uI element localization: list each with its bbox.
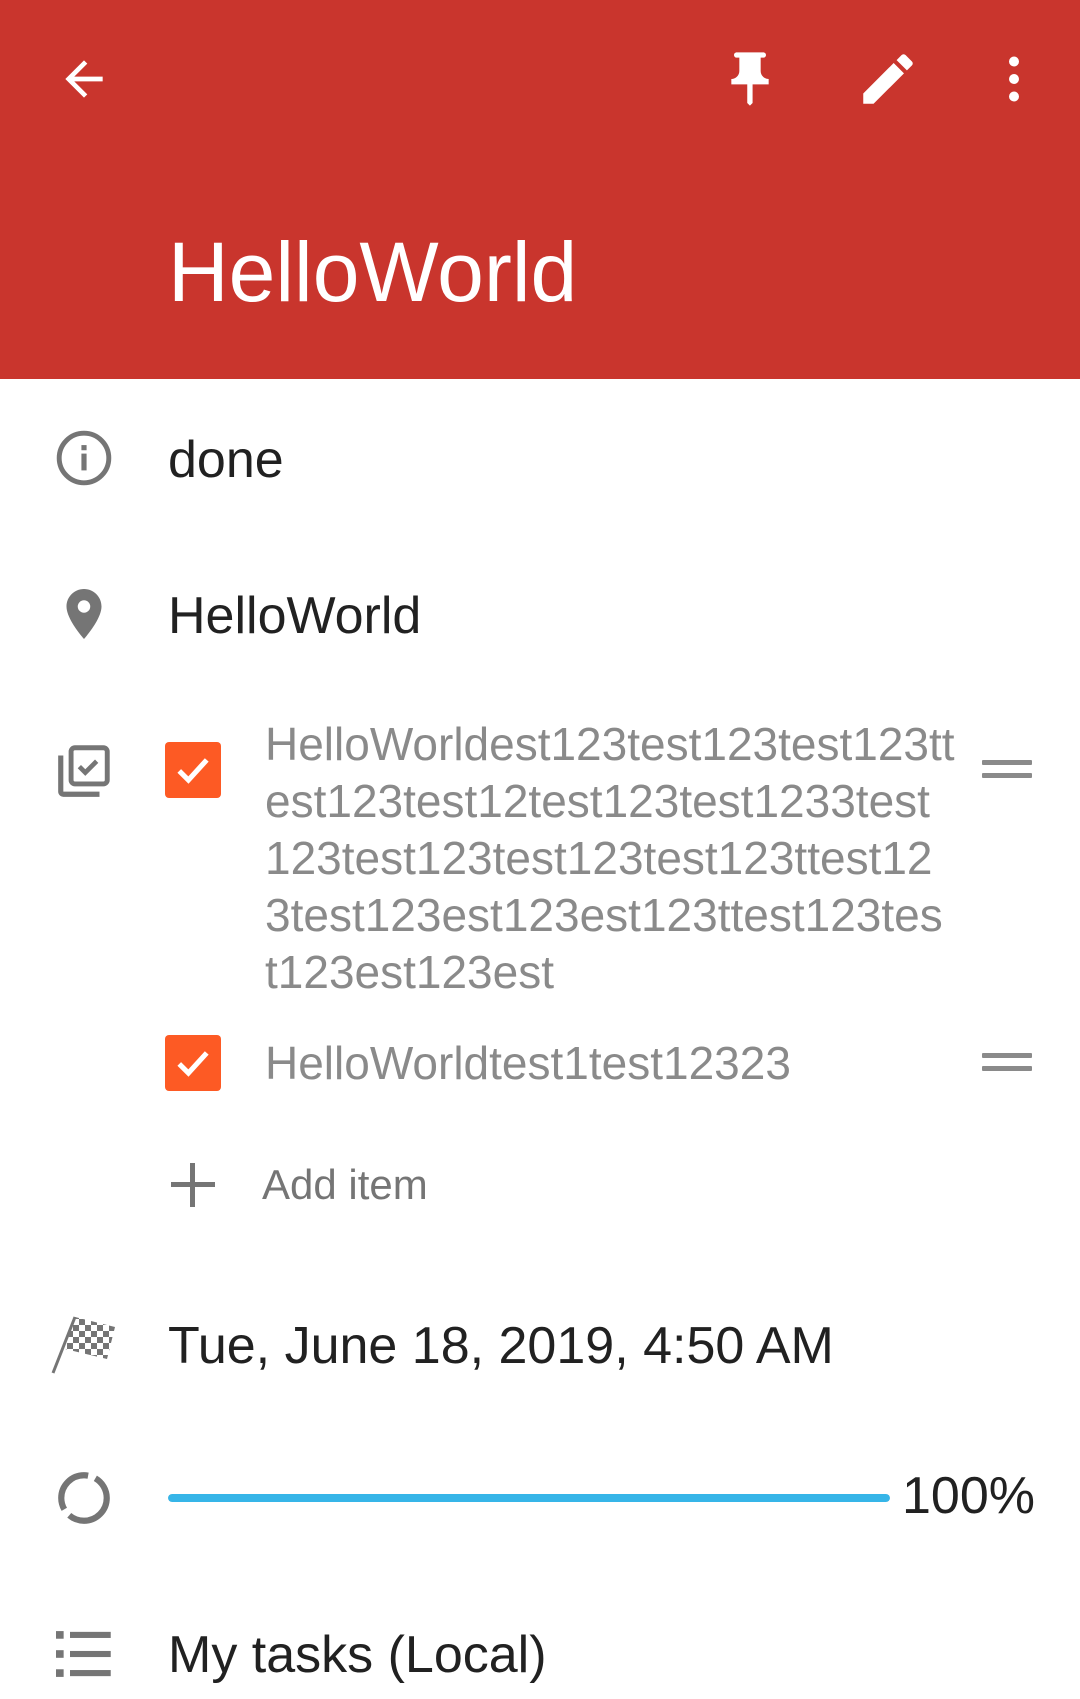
status-text: done bbox=[168, 431, 284, 489]
more-vert-icon bbox=[1009, 56, 1019, 102]
drag-handle-icon[interactable] bbox=[980, 755, 1036, 785]
back-arrow-icon bbox=[65, 60, 103, 98]
list-row-icon bbox=[50, 1620, 118, 1688]
progress-circle-icon bbox=[58, 1472, 110, 1524]
checklist-icon bbox=[58, 745, 110, 797]
task-list-text[interactable]: My tasks (Local) bbox=[168, 1625, 547, 1685]
drag-handle-icon[interactable] bbox=[980, 1048, 1036, 1078]
add-item-label: Add item bbox=[262, 1161, 428, 1208]
app-bar: HelloWorld bbox=[0, 0, 1080, 379]
add-item-button[interactable]: Add item bbox=[165, 1150, 428, 1220]
check-icon bbox=[177, 1051, 209, 1077]
checklist-item-text[interactable]: HelloWorldtest1test12323 bbox=[265, 1035, 955, 1092]
checklist-item-checkbox[interactable] bbox=[165, 1035, 221, 1091]
list-icon bbox=[56, 1631, 111, 1677]
info-icon bbox=[56, 430, 112, 486]
edit-button[interactable] bbox=[840, 31, 936, 127]
progress-fill bbox=[168, 1494, 890, 1502]
pin-button[interactable] bbox=[702, 31, 798, 127]
progress-percent: 100% bbox=[902, 1467, 1035, 1525]
more-options-button[interactable] bbox=[966, 31, 1062, 127]
due-row-icon bbox=[48, 1310, 120, 1378]
checklist-item-text[interactable]: HelloWorldest123test123test123ttest123te… bbox=[265, 716, 955, 1001]
location-row-icon bbox=[50, 580, 118, 648]
page-title: HelloWorld bbox=[168, 225, 578, 319]
location-text[interactable]: HelloWorld bbox=[168, 586, 421, 646]
progress-row-icon bbox=[50, 1464, 118, 1532]
location-pin-icon bbox=[66, 589, 102, 639]
check-icon bbox=[177, 758, 209, 784]
back-button[interactable] bbox=[36, 31, 132, 127]
due-date-text[interactable]: Tue, June 18, 2019, 4:50 AM bbox=[168, 1316, 834, 1376]
plus-icon bbox=[165, 1157, 221, 1213]
pin-icon bbox=[731, 52, 769, 106]
checkered-flag-icon bbox=[51, 1316, 115, 1374]
checklist-row-icon bbox=[50, 737, 118, 805]
edit-pencil-icon bbox=[863, 54, 913, 104]
checklist-item-checkbox[interactable] bbox=[165, 742, 221, 798]
status-row-icon bbox=[50, 424, 118, 492]
progress-bar[interactable] bbox=[168, 1494, 890, 1502]
